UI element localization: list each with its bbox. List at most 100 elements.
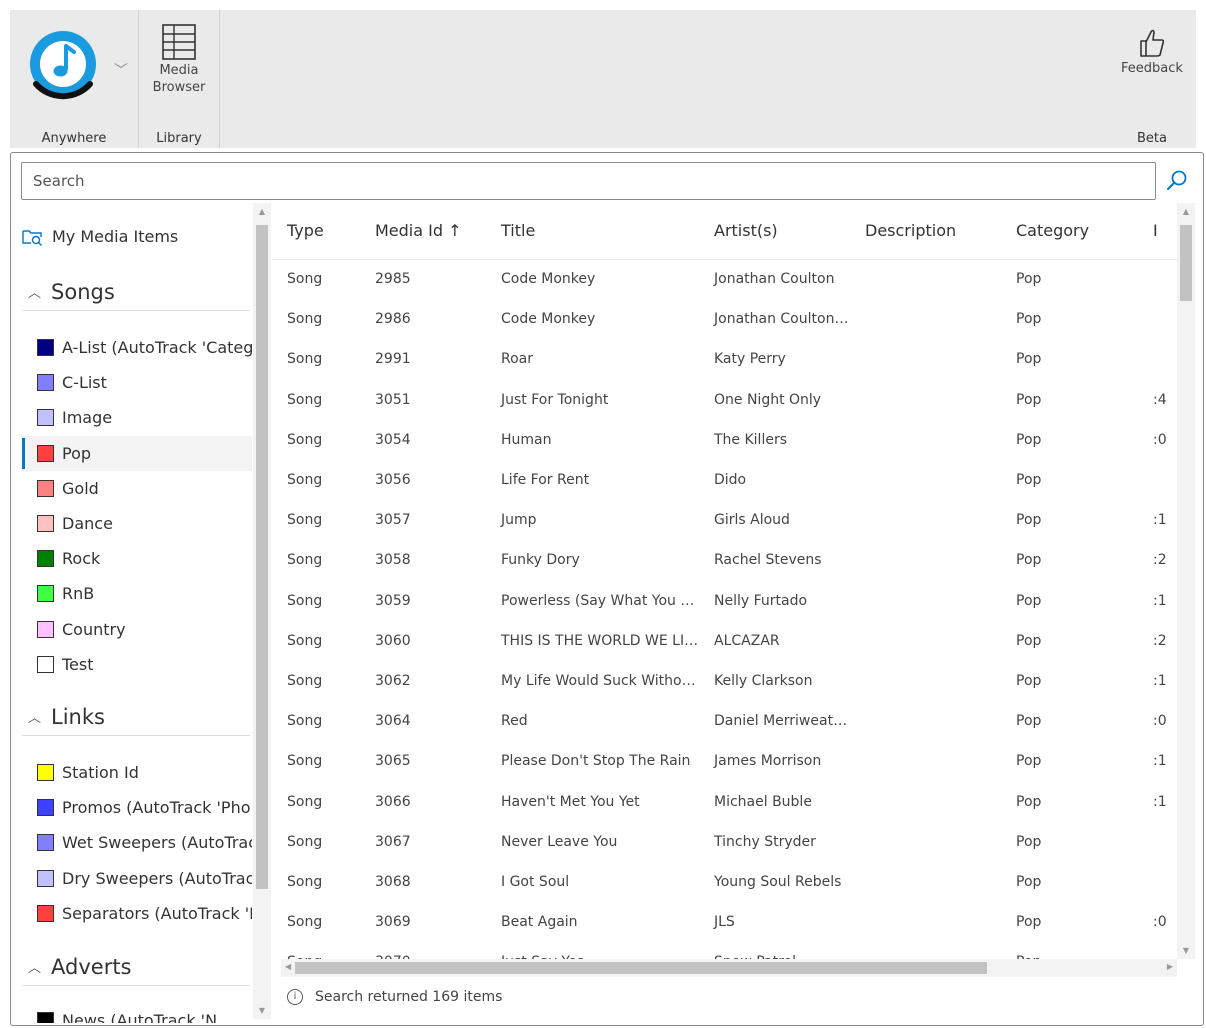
- table-row[interactable]: Song 3065 Please Don't Stop The Rain James …: [272, 741, 1177, 781]
- table-cell: Roar: [501, 351, 533, 368]
- table-row[interactable]: Song 3066 Haven't Met You Yet Michael Buble…: [272, 781, 1177, 821]
- table-cell: :4: [1153, 391, 1167, 408]
- table-row[interactable]: Song 3060 THIS IS THE WORLD WE LIV... ALCAZ…: [272, 621, 1177, 661]
- table-cell: 3054: [375, 431, 411, 448]
- table-row[interactable]: Song 3064 Red Daniel Merriweather Pop:0: [272, 701, 1177, 741]
- table-horizontal-scrollbar[interactable]: ◀ ▶: [281, 959, 1177, 977]
- table-row[interactable]: Song 3056 Life For Rent Dido Pop: [272, 460, 1177, 500]
- category-item-promos-autotrack-pho[interactable]: Promos (AutoTrack 'Pho: [22, 790, 252, 825]
- search-input[interactable]: [22, 163, 1155, 199]
- category-item-a-list-autotrack-categ[interactable]: A-List (AutoTrack 'Categ: [22, 330, 252, 365]
- section-header-links[interactable]: ︿ Links: [22, 698, 250, 736]
- table-cell: Young Soul Rebels: [714, 873, 842, 890]
- my-media-items-link[interactable]: My Media Items: [22, 227, 178, 246]
- table-cell: :1: [1153, 672, 1167, 689]
- table-vertical-scroll-thumb[interactable]: [1180, 225, 1192, 301]
- category-item-separators-autotrack-n[interactable]: Separators (AutoTrack 'N: [22, 896, 252, 931]
- table-row[interactable]: Song 2985 Code Monkey Jonathan Coulton Pop: [272, 259, 1177, 299]
- music-note-power-icon[interactable]: [24, 28, 102, 106]
- table-cell: Jonathan Coulton: [714, 271, 835, 288]
- table-row[interactable]: Song 2991 Roar Katy Perry Pop: [272, 339, 1177, 379]
- scroll-up-arrow-icon[interactable]: ▲: [253, 207, 271, 216]
- section-header-songs[interactable]: ︿ Songs: [22, 273, 250, 311]
- table-row[interactable]: Song 3067 Never Leave You Tinchy Stryder Pop: [272, 822, 1177, 862]
- column-header-artist-s[interactable]: Artist(s): [699, 203, 850, 260]
- media-browser-button[interactable]: Media Browser: [147, 24, 211, 96]
- table-cell: One Night Only: [714, 391, 822, 408]
- table-vertical-scrollbar[interactable]: ▲ ▼: [1177, 203, 1195, 959]
- table-horizontal-scroll-thumb[interactable]: [295, 962, 987, 974]
- table-cell: :1: [1153, 592, 1167, 609]
- table-row[interactable]: Song 3057 Jump Girls Aloud Pop:1: [272, 500, 1177, 540]
- column-header-media-id[interactable]: Media Id ↑: [360, 203, 486, 260]
- table-cell: Song: [287, 672, 323, 689]
- table-row[interactable]: Song 3062 My Life Would Suck Withou... Kell…: [272, 661, 1177, 701]
- category-item-image[interactable]: Image: [22, 400, 252, 435]
- chevron-up-icon: ︿: [28, 286, 42, 301]
- section-header-adverts[interactable]: ︿ Adverts: [22, 948, 250, 986]
- table-cell: 3069: [375, 914, 411, 931]
- column-header-category[interactable]: Category: [1001, 203, 1138, 260]
- section-title-links: Links: [51, 704, 105, 729]
- category-label: News (AutoTrack 'N: [62, 1011, 218, 1023]
- table-cell: [850, 862, 1001, 902]
- category-item-news-autotrack-n[interactable]: News (AutoTrack 'N: [22, 1003, 252, 1023]
- table-cell: Nelly Furtado: [714, 592, 808, 609]
- section-title-songs: Songs: [51, 279, 115, 304]
- table-cell: [850, 621, 1001, 661]
- category-item-country[interactable]: Country: [22, 612, 252, 647]
- category-item-pop[interactable]: Pop: [22, 435, 252, 471]
- table-cell: 3067: [375, 833, 411, 850]
- category-label: C-List: [62, 373, 107, 393]
- search-icon[interactable]: [1165, 169, 1189, 193]
- table-cell: 3057: [375, 512, 411, 529]
- category-label: A-List (AutoTrack 'Categ: [62, 338, 252, 357]
- table-cell: [850, 902, 1001, 942]
- table-row[interactable]: Song 3059 Powerless (Say What You W... Nell…: [272, 581, 1177, 621]
- scroll-left-arrow-icon[interactable]: ◀: [285, 962, 291, 971]
- scroll-up-arrow-icon[interactable]: ▲: [1177, 207, 1195, 216]
- column-header-type[interactable]: Type: [272, 203, 360, 260]
- table-cell: Song: [287, 753, 323, 770]
- table-cell: Pop: [1016, 793, 1042, 810]
- category-item-rnb[interactable]: RnB: [22, 576, 252, 611]
- color-swatch: [37, 1012, 54, 1023]
- category-item-dry-sweepers-autotrack[interactable]: Dry Sweepers (AutoTrack: [22, 861, 252, 896]
- column-header-description[interactable]: Description: [850, 203, 1001, 260]
- category-item-test[interactable]: Test: [22, 647, 252, 682]
- sidebar-scrollbar[interactable]: ▲ ▼: [253, 203, 271, 1019]
- table-cell: The Killers: [714, 431, 788, 448]
- column-header-i[interactable]: I: [1138, 203, 1177, 260]
- table-row[interactable]: Song 3069 Beat Again JLS Pop:0: [272, 902, 1177, 942]
- table-row[interactable]: Song 2986 Code Monkey Jonathan Coulton'... P…: [272, 299, 1177, 339]
- table-row[interactable]: Song 3058 Funky Dory Rachel Stevens Pop:2: [272, 540, 1177, 580]
- category-item-wet-sweepers-autotrac[interactable]: Wet Sweepers (AutoTrac: [22, 825, 252, 860]
- table-row[interactable]: Song 3051 Just For Tonight One Night Only Po…: [272, 380, 1177, 420]
- table-cell: Song: [287, 632, 323, 649]
- table-cell: [850, 299, 1001, 339]
- color-swatch: [37, 620, 54, 638]
- sidebar-scroll-thumb[interactable]: [256, 225, 268, 889]
- chevron-up-icon: ︿: [28, 961, 42, 976]
- chevron-down-icon[interactable]: ﹀: [114, 60, 128, 80]
- table-cell: Song: [287, 311, 323, 328]
- group-label-anywhere: Anywhere: [41, 131, 107, 146]
- column-header-title[interactable]: Title: [486, 203, 699, 260]
- scroll-down-arrow-icon[interactable]: ▼: [1177, 946, 1195, 955]
- table-cell: Jump: [501, 512, 537, 529]
- category-label: Station Id: [62, 763, 139, 782]
- category-item-dance[interactable]: Dance: [22, 506, 252, 541]
- table-cell: Pop: [1016, 431, 1042, 448]
- scroll-right-arrow-icon[interactable]: ▶: [1167, 962, 1173, 971]
- table-cell: 3064: [375, 713, 411, 730]
- table-cell: [850, 540, 1001, 580]
- category-item-gold[interactable]: Gold: [22, 471, 252, 506]
- feedback-button[interactable]: Feedback: [1114, 28, 1190, 77]
- table-row[interactable]: Song 3054 Human The Killers Pop:0: [272, 420, 1177, 460]
- table-cell: Dido: [714, 472, 747, 489]
- category-item-rock[interactable]: Rock: [22, 541, 252, 576]
- category-item-c-list[interactable]: C-List: [22, 365, 252, 400]
- scroll-down-arrow-icon[interactable]: ▼: [253, 1006, 271, 1015]
- table-row[interactable]: Song 3068 I Got Soul Young Soul Rebels Pop: [272, 862, 1177, 902]
- category-item-station-id[interactable]: Station Id: [22, 755, 252, 790]
